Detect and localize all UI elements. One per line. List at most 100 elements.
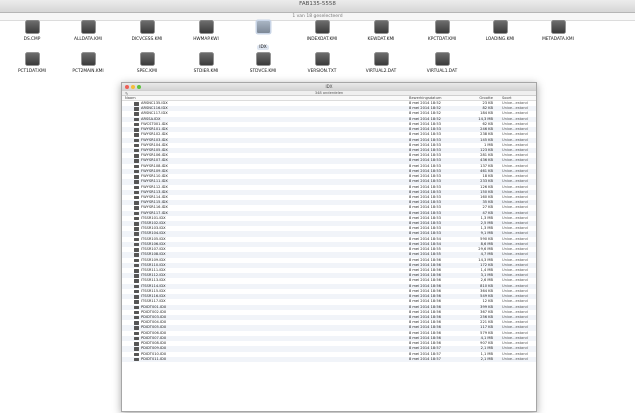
file-icon-item[interactable]: LOADING.KMI xyxy=(470,21,530,42)
file-row-icon xyxy=(134,295,139,299)
document-icon xyxy=(315,21,329,33)
file-name: PDIDT011.IDX xyxy=(141,356,167,361)
column-header-kind[interactable]: Soort xyxy=(502,96,512,101)
file-row-icon xyxy=(134,138,139,143)
file-row-icon xyxy=(134,128,139,132)
document-icon xyxy=(551,21,565,33)
document-icon xyxy=(140,21,154,33)
file-row-icon xyxy=(134,326,139,330)
file-icon-item[interactable]: VIRTUAL2.DAT xyxy=(351,53,411,74)
file-row-icon xyxy=(134,305,139,310)
finder-titlebar[interactable]: IDX xyxy=(122,83,536,90)
file-icon-item[interactable]: STDIER.KMI xyxy=(176,53,236,74)
file-icon-label: PCT2MAIN.KMI xyxy=(72,69,104,74)
file-icon-label: PCT1DAT.KMI xyxy=(17,69,47,74)
file-icon-item[interactable]: HWMAP.KWI xyxy=(176,21,236,42)
document-icon xyxy=(493,21,507,33)
file-row-icon xyxy=(134,310,139,315)
file-row-icon xyxy=(134,122,139,127)
file-row-icon xyxy=(134,242,139,247)
finder-window: IDX ✎ 348 onderdelen Naam Bewerkingsdatu… xyxy=(121,82,537,412)
file-row-icon xyxy=(134,352,139,356)
file-icon-item[interactable]: SPEC.KMI xyxy=(117,53,177,74)
file-row-icon xyxy=(134,342,139,346)
file-icon-item[interactable]: INDEXDAT.KMI xyxy=(292,21,352,42)
file-row-icon xyxy=(134,232,139,236)
document-icon xyxy=(81,53,95,65)
file-icon-label: VIRTUAL1.DAT xyxy=(426,69,458,74)
file-row-icon xyxy=(134,175,139,179)
document-icon xyxy=(81,21,95,33)
file-size: 2,1 MB xyxy=(480,356,493,361)
file-icon-label: ALLDATA.KMI xyxy=(74,37,102,42)
document-icon xyxy=(315,53,329,65)
window-title: FAB135-5558 xyxy=(299,1,336,7)
document-icon xyxy=(256,21,270,33)
file-icon-label: INDEXDAT.KMI xyxy=(306,37,338,42)
file-row-icon xyxy=(134,321,139,325)
file-row-icon xyxy=(134,315,139,320)
file-icon-item[interactable]: DICVCESS.KMI xyxy=(117,21,177,42)
file-icon-item[interactable]: METADATA.KMI xyxy=(528,21,588,42)
file-icon-label: SPEC.KMI xyxy=(136,69,158,74)
file-row-icon xyxy=(134,180,139,184)
column-header-date[interactable]: Bewerkingsdatum xyxy=(409,96,442,101)
document-icon xyxy=(199,53,213,65)
file-icon-label: METADATA.KMI xyxy=(542,37,574,42)
file-row-icon xyxy=(134,279,139,283)
file-row-icon xyxy=(134,331,139,336)
file-icon-item[interactable]: STDVCE.KMI xyxy=(233,53,293,74)
file-row-icon xyxy=(134,154,139,158)
document-icon xyxy=(256,53,270,65)
document-icon xyxy=(374,53,388,65)
document-icon xyxy=(25,21,39,33)
document-icon xyxy=(435,53,449,65)
file-icon-label: KPCTDAT.KMI xyxy=(427,37,457,42)
file-icon-label: DS.CMP xyxy=(23,37,41,42)
file-row-icon xyxy=(134,117,139,122)
file-icon-item[interactable]: PCT2MAIN.KMI xyxy=(58,53,118,74)
column-header-name[interactable]: Naam xyxy=(125,96,136,101)
file-row-icon xyxy=(134,300,139,304)
file-icon-item[interactable]: VERSION.TXT xyxy=(292,53,352,74)
file-icon-label: DICVCESS.KMI xyxy=(131,37,163,42)
file-icon-item[interactable]: PCT1DAT.KMI xyxy=(2,53,62,74)
file-row-icon xyxy=(134,237,139,242)
file-row-icon xyxy=(134,164,139,169)
file-icon-label: VIRTUAL2.DAT xyxy=(365,69,397,74)
file-row-icon xyxy=(134,102,139,106)
file-row-icon xyxy=(134,258,139,263)
document-icon xyxy=(435,21,449,33)
file-icon-item[interactable]: IDX xyxy=(233,21,293,52)
file-row-icon xyxy=(134,211,139,216)
file-icon-label: STDVCE.KMI xyxy=(249,69,277,74)
file-icon-item[interactable]: ALLDATA.KMI xyxy=(58,21,118,42)
file-icon-item[interactable]: KPCTDAT.KMI xyxy=(412,21,472,42)
file-row-icon xyxy=(134,216,139,221)
file-icon-item[interactable]: DS.CMP xyxy=(2,21,62,42)
file-row-icon xyxy=(134,206,139,210)
file-row-icon xyxy=(134,159,139,163)
document-icon xyxy=(199,21,213,33)
file-icon-label: IDX xyxy=(257,45,269,50)
file-row-icon xyxy=(134,289,139,294)
document-icon xyxy=(25,53,39,65)
file-row-icon xyxy=(134,284,139,289)
file-row-icon xyxy=(134,185,139,189)
file-row-icon xyxy=(134,274,139,278)
finder-title: IDX xyxy=(325,84,333,89)
file-icon-label: STDIER.KMI xyxy=(193,69,219,74)
file-row-icon xyxy=(134,201,139,205)
file-icon-item[interactable]: VIRTUAL1.DAT xyxy=(412,53,472,74)
file-row-icon xyxy=(134,133,139,137)
document-icon xyxy=(140,53,154,65)
file-row-icon xyxy=(134,269,139,273)
file-icon-label: KEWDAT.KMI xyxy=(367,37,395,42)
finder-item-count: 348 onderdelen xyxy=(314,91,344,95)
file-row-icon xyxy=(134,336,139,341)
file-icon-label: LOADING.KMI xyxy=(485,37,515,42)
file-row[interactable]: PDIDT011.IDX 8 mei 2014 18:57 2,1 MB Unixe.… xyxy=(122,356,536,362)
file-icon-item[interactable]: KEWDAT.KMI xyxy=(351,21,411,42)
column-header-size[interactable]: Grootte xyxy=(479,96,493,101)
window-titlebar[interactable]: FAB135-5558 xyxy=(0,0,635,13)
